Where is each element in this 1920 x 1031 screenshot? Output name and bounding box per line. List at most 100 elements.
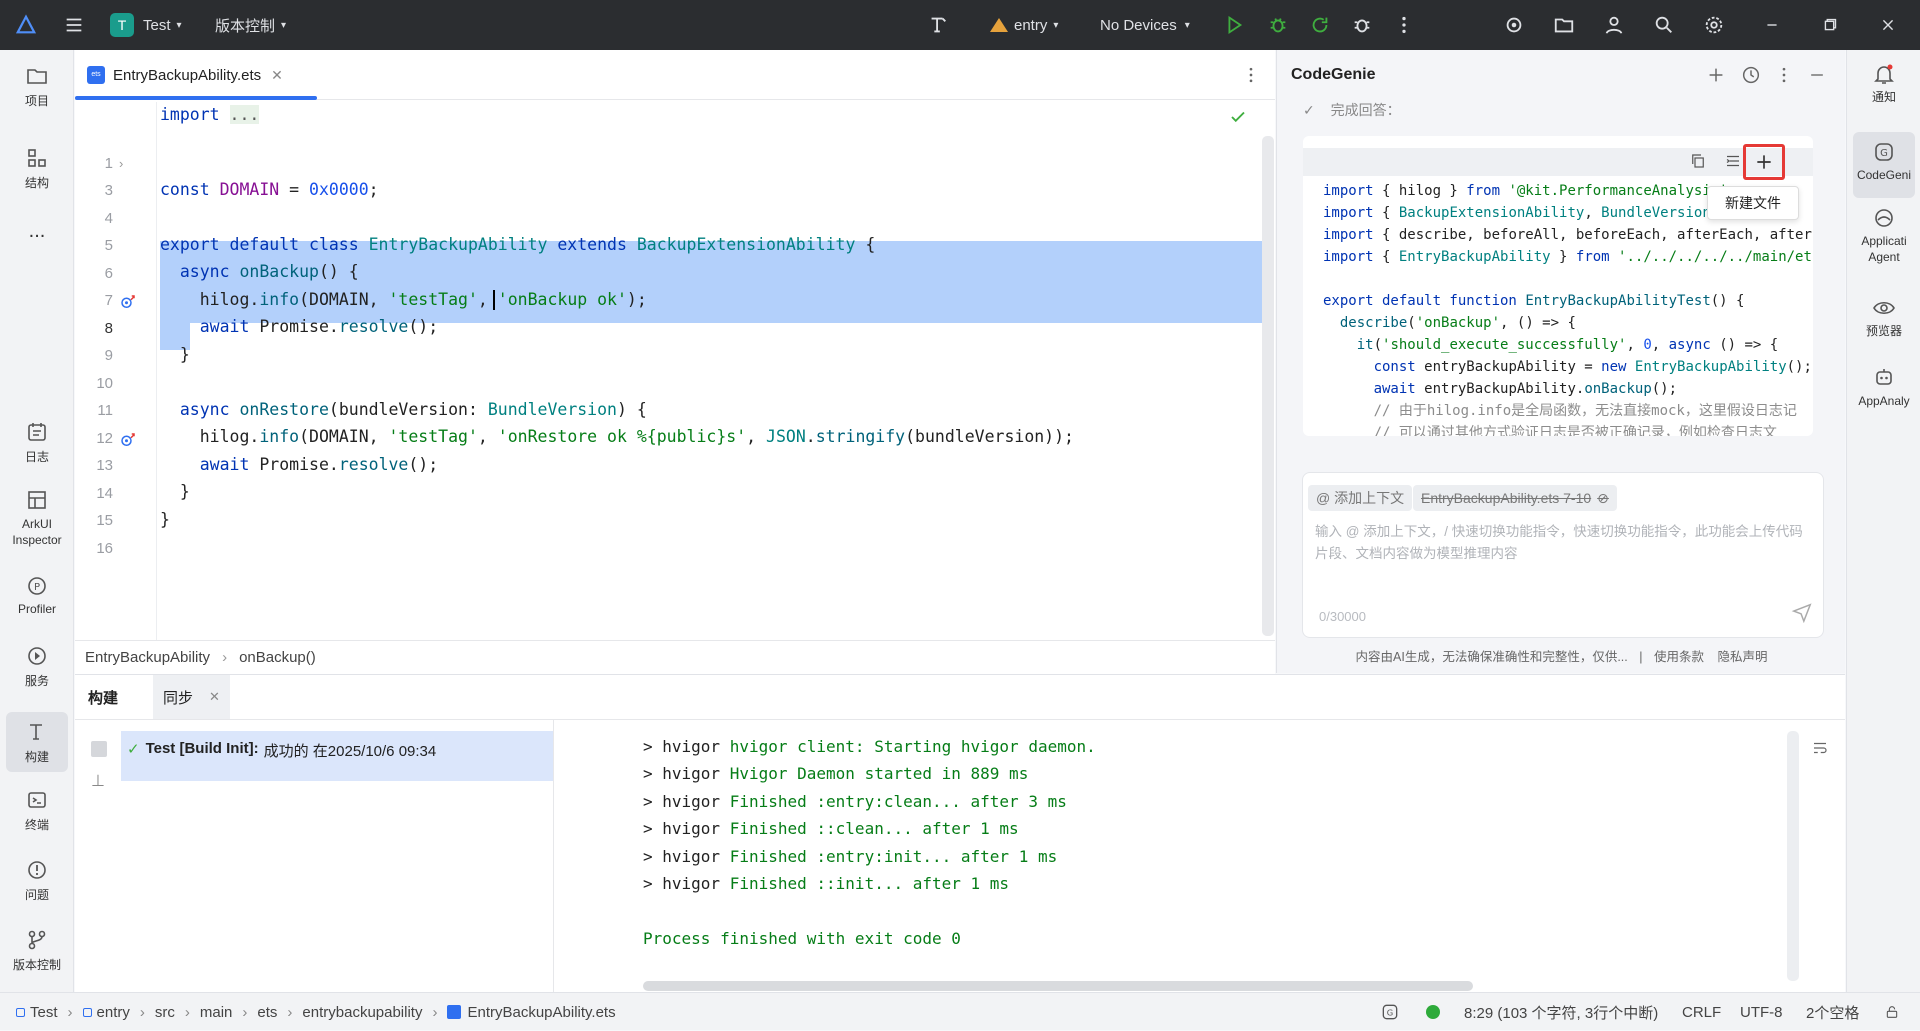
tool-application-agent[interactable]: Applicati Agent (1847, 206, 1920, 265)
path-segment[interactable]: entrybackupability (302, 1004, 422, 1021)
more-vertical-icon[interactable] (1774, 64, 1794, 91)
indent-setting[interactable]: 2个空格 (1806, 993, 1859, 1031)
add-context-chip[interactable]: @ 添加上下文 (1308, 485, 1413, 511)
code-line[interactable]: await Promise.resolve(); (160, 451, 438, 478)
chevron-right-icon: › (242, 1003, 248, 1021)
editor-tab[interactable]: ets EntryBackupAbility.ets ✕ (87, 50, 283, 100)
module-selector[interactable]: entry ▾ (990, 0, 1058, 50)
close-icon[interactable] (1870, 0, 1906, 50)
file-encoding[interactable]: UTF-8 (1740, 993, 1783, 1031)
folder-icon (27, 69, 47, 84)
codegenie-status-icon[interactable]: G (1380, 993, 1400, 1031)
more-vertical-icon[interactable] (1241, 64, 1261, 90)
path-segment[interactable]: entry (97, 1004, 130, 1021)
soft-wrap-icon[interactable] (1811, 739, 1829, 761)
restore-icon[interactable] (1812, 0, 1848, 50)
tool-vcs[interactable]: 版本控制 (0, 928, 74, 973)
minimize-icon[interactable] (1754, 0, 1790, 50)
code-line[interactable]: const DOMAIN = 0x0000; (160, 176, 379, 203)
privacy-link[interactable]: 隐私声明 (1717, 650, 1767, 664)
send-icon[interactable] (1791, 601, 1813, 627)
project-structure-icon[interactable] (1546, 0, 1582, 50)
breadcrumb-method[interactable]: onBackup() (239, 649, 316, 666)
build-hammer-icon[interactable] (920, 0, 956, 50)
device-manager-icon[interactable] (1496, 0, 1532, 50)
override-method-icon[interactable] (119, 431, 137, 453)
code-line[interactable]: } (160, 341, 190, 368)
rerun-icon[interactable] (1302, 0, 1338, 50)
vcs-menu[interactable]: 版本控制 ▾ (215, 0, 286, 50)
chat-input[interactable]: 输入 @ 添加上下文，/ 快速切换功能指令，快速切换功能指令，此功能会上传代码片… (1315, 521, 1811, 565)
eye-off-icon[interactable]: ⊘ (1597, 490, 1609, 507)
plus-icon[interactable] (1705, 64, 1727, 91)
more-vertical-icon[interactable] (1386, 0, 1422, 50)
attach-debugger-icon[interactable] (1344, 0, 1380, 50)
app-logo-icon[interactable] (8, 0, 44, 50)
project-switcher[interactable]: T Test ▾ (110, 0, 182, 50)
horizontal-scrollbar[interactable] (643, 981, 1473, 991)
vertical-scrollbar[interactable] (1787, 731, 1799, 981)
override-method-icon[interactable] (119, 293, 137, 315)
line-ending[interactable]: CRLF (1682, 993, 1721, 1031)
code-line[interactable]: } (160, 478, 190, 505)
tool-profiler[interactable]: P Profiler (0, 574, 74, 616)
path-segment[interactable]: EntryBackupAbility.ets (467, 1004, 615, 1021)
code-line[interactable]: hilog.info(DOMAIN, 'testTag', 'onBackup … (160, 286, 647, 313)
tool-previewer[interactable]: 预览器 (1847, 296, 1920, 339)
insert-icon[interactable] (1723, 152, 1743, 174)
search-icon[interactable] (1646, 0, 1682, 50)
status-indicator[interactable] (1426, 993, 1440, 1031)
copy-icon[interactable] (1689, 152, 1707, 174)
line-number: 9 (104, 347, 113, 364)
tool-service[interactable]: 服务 (0, 644, 74, 689)
terms-link[interactable]: 使用条款 (1654, 650, 1704, 664)
line-number: 7 (104, 292, 113, 309)
tool-project[interactable]: 项目 (0, 64, 74, 109)
tool-arkui-inspector[interactable]: ArkUI Inspector (0, 488, 74, 548)
main-menu-icon[interactable] (56, 0, 92, 50)
code-line[interactable]: } (160, 506, 170, 533)
tool-notifications[interactable]: 通知 (1847, 62, 1920, 105)
code-line[interactable]: hilog.info(DOMAIN, 'testTag', 'onRestore… (160, 423, 1074, 450)
char-counter: 0/30000 (1319, 609, 1366, 624)
device-selector[interactable]: No Devices ▾ (1100, 0, 1190, 50)
code-line[interactable]: import ... (160, 101, 260, 128)
build-tree-item[interactable]: ✓ Test [Build Init]: 成功的 在2025/10/6 09:3… (121, 731, 553, 781)
path-segment[interactable]: Test (30, 1004, 58, 1021)
minimize-icon[interactable] (1807, 64, 1827, 91)
tool-app-analyzer[interactable]: AppAnaly (1847, 366, 1920, 409)
breadcrumb-class[interactable]: EntryBackupAbility (85, 649, 210, 666)
lock-icon[interactable] (1884, 993, 1900, 1031)
tool-problems[interactable]: 问题 (0, 858, 74, 903)
tool-build[interactable]: 构建 (6, 712, 68, 772)
tool-more[interactable]: ... (0, 220, 74, 243)
console-line: > hvigor Hvigor Daemon started in 889 ms (643, 764, 1029, 783)
code-line[interactable]: async onRestore(bundleVersion: BundleVer… (160, 396, 647, 423)
account-icon[interactable] (1596, 0, 1632, 50)
context-file-chip[interactable]: EntryBackupAbility.ets 7-10 ⊘ (1413, 485, 1617, 511)
run-icon[interactable] (1216, 0, 1252, 50)
tool-log[interactable]: 日志 (0, 420, 74, 465)
tool-structure[interactable]: 结构 (0, 146, 74, 191)
tab-sync[interactable]: 同步 ✕ (153, 675, 230, 719)
history-icon[interactable] (1740, 64, 1762, 91)
cursor-position[interactable]: 8:29 (103 个字符, 3行个中断) (1464, 993, 1658, 1031)
path-segment[interactable]: src (155, 1004, 175, 1021)
new-file-button[interactable] (1743, 144, 1785, 180)
code-line[interactable]: await Promise.resolve(); (160, 313, 438, 340)
fold-arrow-icon[interactable]: › (119, 156, 123, 171)
path-segment[interactable]: ets (257, 1004, 277, 1021)
path-segment[interactable]: main (200, 1004, 233, 1021)
pin-icon[interactable]: ⊥ (91, 771, 105, 791)
close-icon[interactable]: ✕ (271, 67, 283, 84)
gear-icon[interactable] (1696, 0, 1732, 50)
code-line[interactable]: export default class EntryBackupAbility … (160, 231, 875, 258)
code-line[interactable]: async onBackup() { (160, 258, 359, 285)
tool-codegenie[interactable]: G CodeGeni (1853, 132, 1915, 198)
tab-build[interactable]: 构建 (88, 675, 118, 719)
editor-scrollbar[interactable] (1262, 136, 1274, 636)
stop-icon[interactable] (91, 741, 107, 757)
tool-terminal[interactable]: 终端 (0, 788, 74, 833)
close-icon[interactable]: ✕ (209, 689, 220, 705)
debug-icon[interactable] (1260, 0, 1296, 50)
